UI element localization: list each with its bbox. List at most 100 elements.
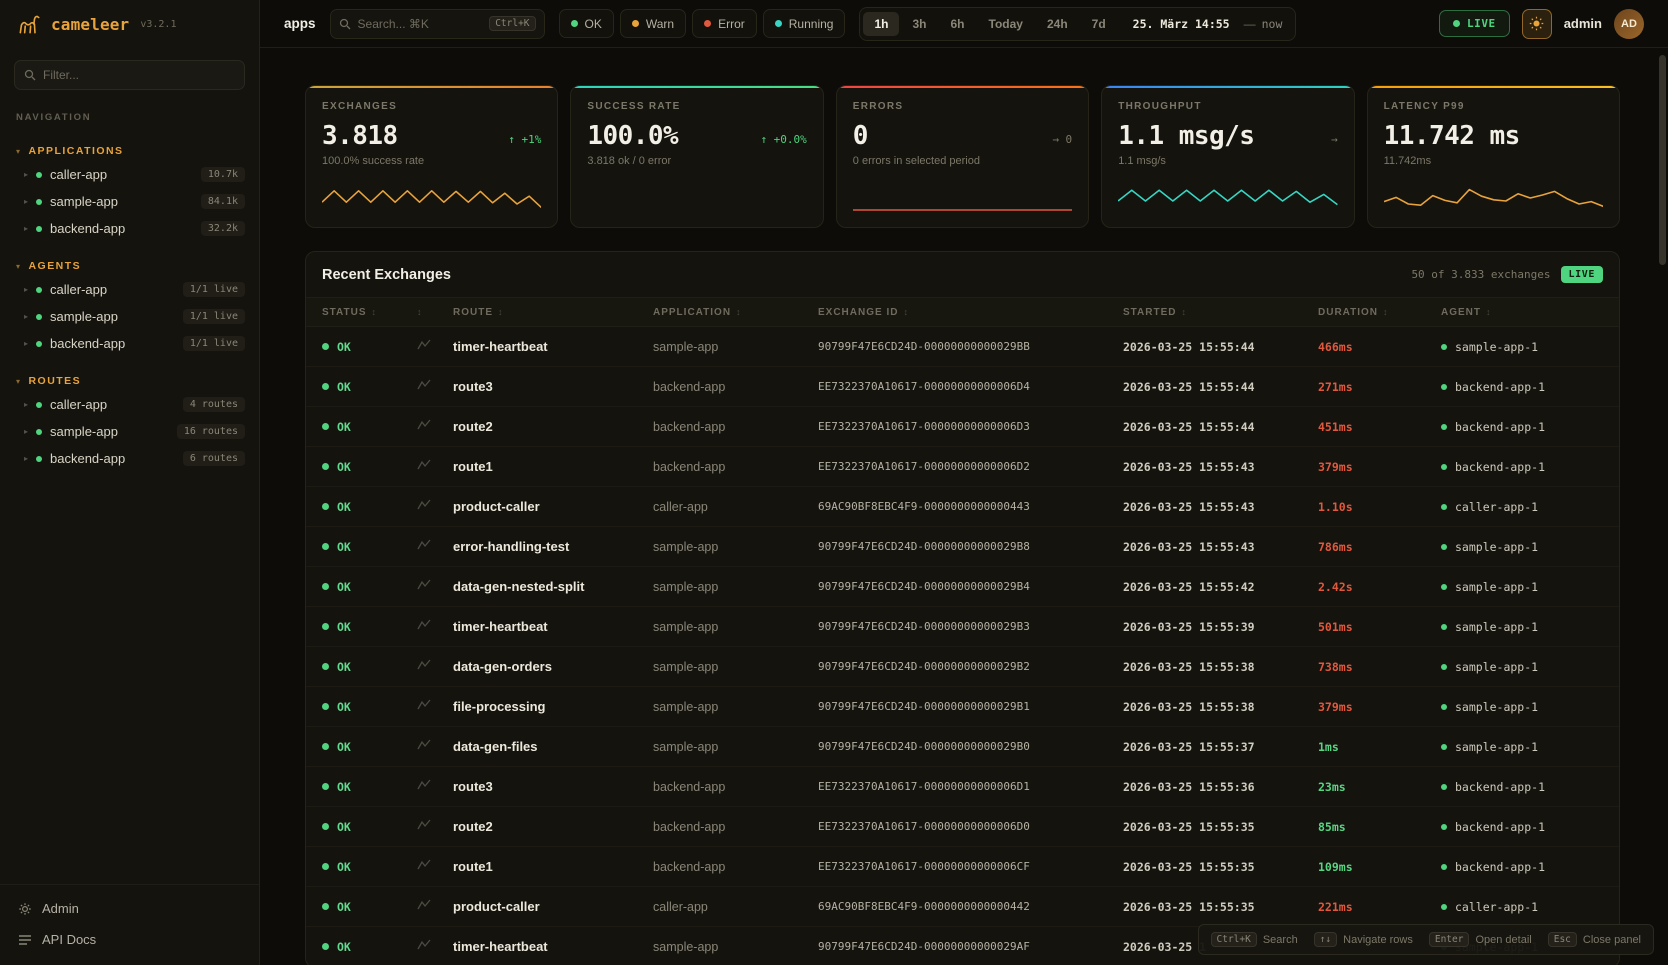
started-timestamp: 2026-03-25 15:55:43 (1123, 540, 1318, 554)
exchange-id: EE7322370A10617-00000000000006D4 (818, 380, 1123, 393)
route-trace-icon[interactable] (417, 778, 453, 796)
range-button-6h[interactable]: 6h (940, 12, 976, 36)
search-input[interactable] (358, 17, 483, 31)
chevron-right-icon: ▸ (24, 454, 28, 463)
agent-name: caller-app-1 (1455, 500, 1538, 514)
range-button-7d[interactable]: 7d (1081, 12, 1117, 36)
agent-cell: backend-app-1 (1441, 860, 1603, 874)
route-trace-icon[interactable] (417, 578, 453, 596)
route-trace-icon[interactable] (417, 618, 453, 636)
route-trace-icon[interactable] (417, 738, 453, 756)
route-name: data-gen-nested-split (453, 579, 653, 594)
table-row[interactable]: OK route3 backend-app EE7322370A10617-00… (306, 367, 1619, 407)
range-end-label: now (1262, 17, 1293, 31)
column-header-started[interactable]: STARTED ↕ (1123, 307, 1318, 318)
table-row[interactable]: OK data-gen-files sample-app 90799F47E6C… (306, 727, 1619, 767)
status-label: OK (337, 460, 351, 474)
route-trace-icon[interactable] (417, 658, 453, 676)
table-row[interactable]: OK route3 backend-app EE7322370A10617-00… (306, 767, 1619, 807)
table-row[interactable]: OK timer-heartbeat sample-app 90799F47E6… (306, 607, 1619, 647)
status-dot (36, 429, 42, 435)
logo[interactable]: cameleer v3.2.1 (0, 0, 259, 48)
api-docs-link[interactable]: API Docs (0, 924, 259, 955)
agent-status-dot (1441, 904, 1447, 910)
column-header-trace[interactable]: ↕ (417, 307, 453, 317)
filter-pill-error[interactable]: Error (692, 9, 757, 38)
table-row[interactable]: OK product-caller caller-app 69AC90BF8EB… (306, 887, 1619, 927)
search-box[interactable]: Ctrl+K (330, 9, 545, 39)
live-toggle[interactable]: LIVE (1439, 10, 1510, 37)
theme-toggle-button[interactable] (1522, 9, 1552, 39)
sidebar-item-route-group[interactable]: ▸ sample-app 16 routes (0, 418, 259, 445)
column-header-application[interactable]: APPLICATION ↕ (653, 307, 818, 318)
column-header-status[interactable]: STATUS ↕ (322, 307, 417, 318)
filter-pill-running[interactable]: Running (763, 9, 846, 38)
table-row[interactable]: OK timer-heartbeat sample-app 90799F47E6… (306, 327, 1619, 367)
column-header-route[interactable]: ROUTE ↕ (453, 307, 653, 318)
range-button-24h[interactable]: 24h (1036, 12, 1079, 36)
sidebar-item-agent[interactable]: ▸ sample-app 1/1 live (0, 303, 259, 330)
section-header-routes[interactable]: ▾ ROUTES (0, 371, 259, 391)
route-trace-icon[interactable] (417, 818, 453, 836)
avatar[interactable]: AD (1614, 9, 1644, 39)
table-row[interactable]: OK route2 backend-app EE7322370A10617-00… (306, 407, 1619, 447)
route-trace-icon[interactable] (417, 898, 453, 916)
route-trace-icon[interactable] (417, 458, 453, 476)
exchange-count-summary: 50 of 3.833 exchanges (1411, 268, 1550, 281)
table-row[interactable]: OK route1 backend-app EE7322370A10617-00… (306, 447, 1619, 487)
route-trace-icon[interactable] (417, 538, 453, 556)
table-row[interactable]: OK product-caller caller-app 69AC90BF8EB… (306, 487, 1619, 527)
admin-link[interactable]: Admin (0, 893, 259, 924)
sidebar-item-agent[interactable]: ▸ caller-app 1/1 live (0, 276, 259, 303)
duration-value: 738ms (1318, 660, 1441, 674)
table-row[interactable]: OK route1 backend-app EE7322370A10617-00… (306, 847, 1619, 887)
route-trace-icon[interactable] (417, 938, 453, 956)
sidebar-item-application[interactable]: ▸ sample-app 84.1k (0, 188, 259, 215)
scrollbar-thumb[interactable] (1659, 55, 1666, 265)
sidebar-filter-input[interactable] (43, 68, 235, 82)
duration-value: 379ms (1318, 460, 1441, 474)
section-header-agents[interactable]: ▾ AGENTS (0, 256, 259, 276)
route-trace-icon[interactable] (417, 498, 453, 516)
table-row[interactable]: OK file-processing sample-app 90799F47E6… (306, 687, 1619, 727)
sidebar-item-label: caller-app (50, 282, 107, 297)
route-trace-icon[interactable] (417, 338, 453, 356)
sidebar-item-agent[interactable]: ▸ backend-app 1/1 live (0, 330, 259, 357)
table-row[interactable]: OK error-handling-test sample-app 90799F… (306, 527, 1619, 567)
route-name: data-gen-orders (453, 659, 653, 674)
stat-value: 100.0% (587, 121, 678, 151)
column-header-agent[interactable]: AGENT ↕ (1441, 307, 1603, 318)
column-header-exchange-id[interactable]: EXCHANGE ID ↕ (818, 307, 1123, 318)
agent-cell: caller-app-1 (1441, 900, 1603, 914)
route-trace-icon[interactable] (417, 378, 453, 396)
search-icon (339, 18, 351, 30)
table-row[interactable]: OK route2 backend-app EE7322370A10617-00… (306, 807, 1619, 847)
agent-name: backend-app-1 (1455, 780, 1545, 794)
section-header-applications[interactable]: ▾ APPLICATIONS (0, 141, 259, 161)
agent-cell: sample-app-1 (1441, 740, 1603, 754)
range-button-today[interactable]: Today (978, 12, 1034, 36)
status-dot (36, 402, 42, 408)
route-trace-icon[interactable] (417, 858, 453, 876)
filter-pill-warn[interactable]: Warn (620, 9, 686, 38)
sidebar-filter[interactable] (14, 60, 245, 90)
sidebar-item-application[interactable]: ▸ caller-app 10.7k (0, 161, 259, 188)
column-header-duration[interactable]: DURATION ↕ (1318, 307, 1441, 318)
table-row[interactable]: OK data-gen-orders sample-app 90799F47E6… (306, 647, 1619, 687)
sidebar-item-route-group[interactable]: ▸ caller-app 4 routes (0, 391, 259, 418)
routes-count-badge: 6 routes (183, 451, 245, 466)
hint-search: Ctrl+K Search (1211, 932, 1298, 947)
table-row[interactable]: OK data-gen-nested-split sample-app 9079… (306, 567, 1619, 607)
sidebar-item-application[interactable]: ▸ backend-app 32.2k (0, 215, 259, 242)
filter-pill-ok[interactable]: OK (559, 9, 614, 38)
camel-logo-icon (16, 11, 42, 37)
sparkline-chart (853, 181, 1072, 215)
chevron-right-icon: ▸ (24, 170, 28, 179)
sidebar-item-route-group[interactable]: ▸ backend-app 6 routes (0, 445, 259, 472)
route-trace-icon[interactable] (417, 418, 453, 436)
route-trace-icon[interactable] (417, 698, 453, 716)
sparkline-chart (322, 181, 541, 215)
agent-status-dot (1441, 584, 1447, 590)
range-button-3h[interactable]: 3h (901, 12, 937, 36)
range-button-1h[interactable]: 1h (863, 12, 899, 36)
